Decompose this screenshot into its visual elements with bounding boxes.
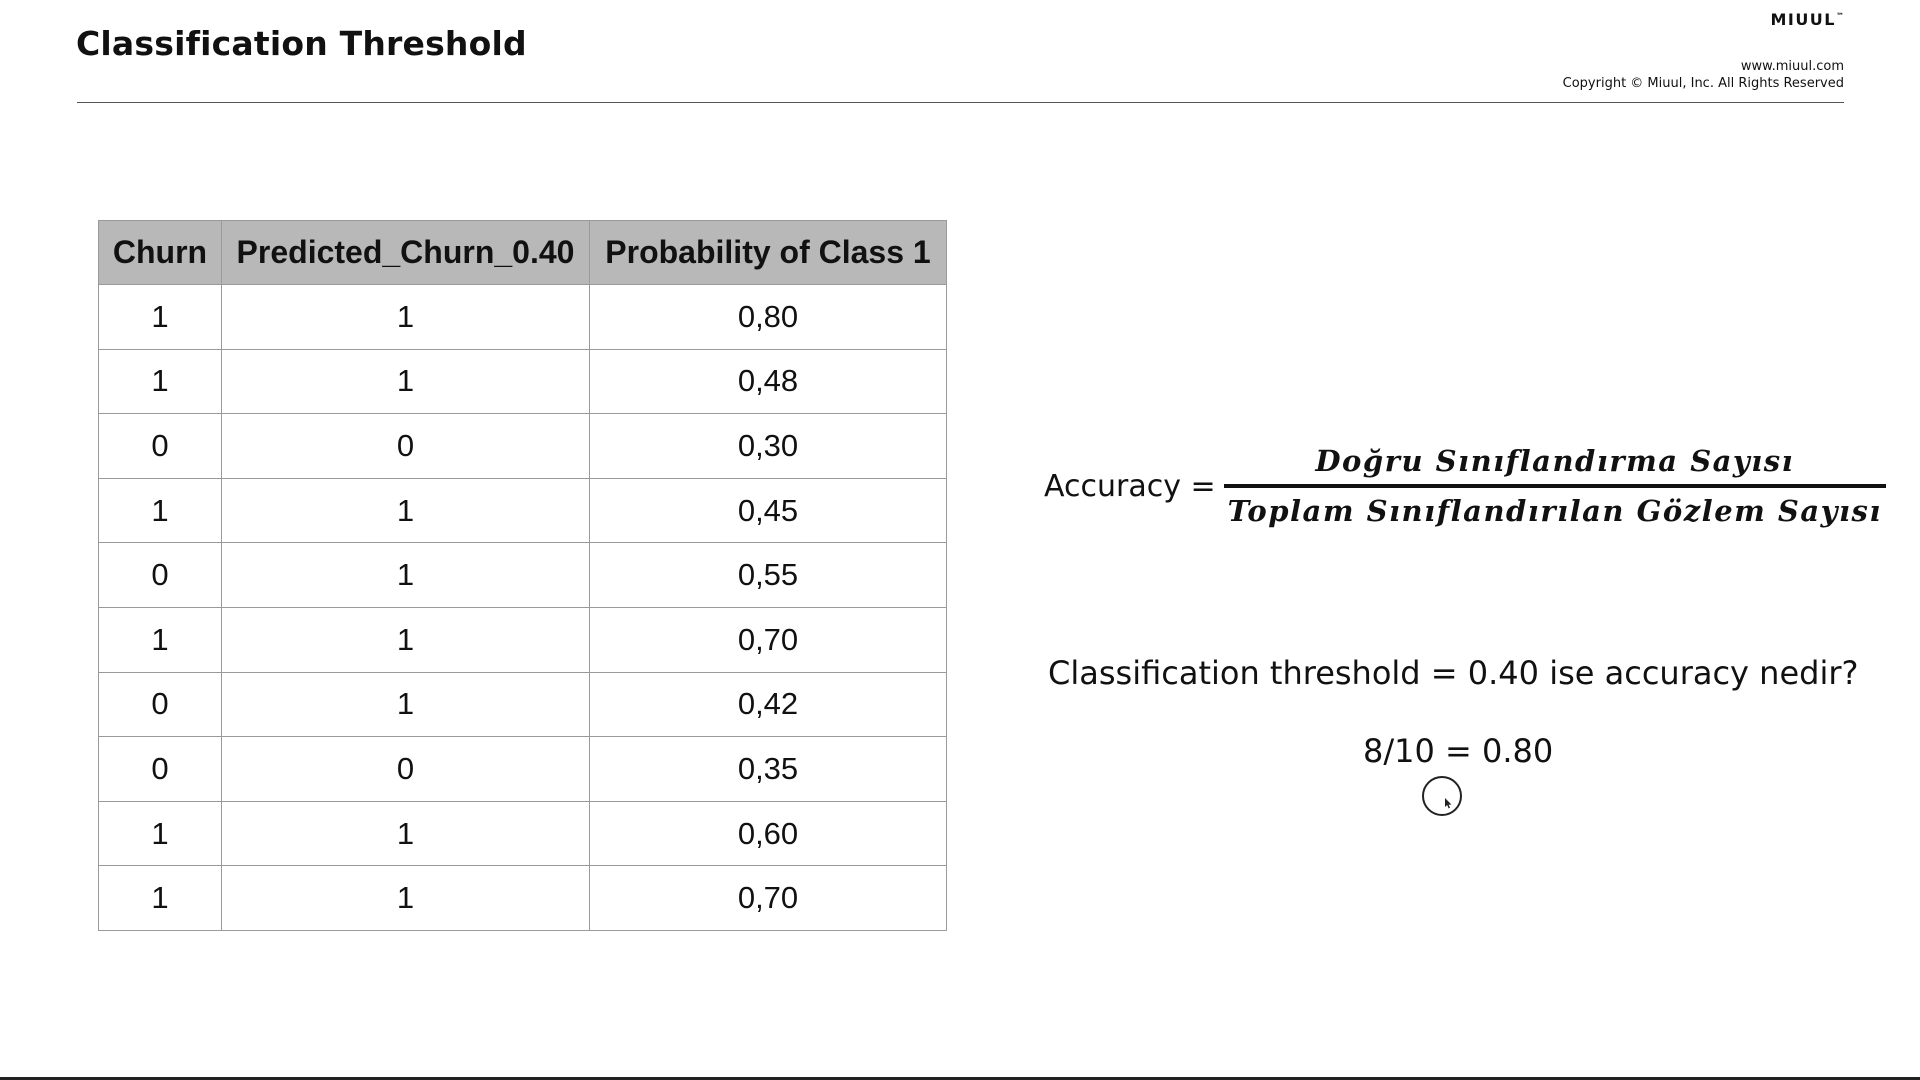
formula-fraction: Doğru Sınıflandırma Sayısı Toplam Sınıfl… [1223, 444, 1886, 528]
cell-predicted-churn: 1 [221, 800, 590, 867]
cell-churn: 0 [98, 413, 222, 479]
table-row: 1 1 0,70 [98, 606, 947, 673]
slide-title: Classification Threshold [76, 24, 527, 63]
table-row: 1 1 0,48 [98, 348, 947, 415]
pointer-cursor-icon [1445, 798, 1452, 809]
cell-churn: 1 [98, 477, 222, 544]
cell-probability: 0,35 [589, 736, 947, 802]
fraction-bar [1223, 484, 1886, 488]
accuracy-answer: 8/10 = 0.80 [1363, 732, 1554, 770]
cell-churn: 1 [98, 348, 222, 415]
cell-churn: 0 [98, 736, 222, 802]
cell-predicted-churn: 1 [221, 671, 590, 738]
cell-churn: 1 [98, 284, 222, 350]
header-predicted-churn: Predicted_Churn_0.40 [221, 220, 590, 285]
table-row: 0 0 0,35 [98, 736, 947, 802]
copyright-notice: Copyright © Miuul, Inc. All Rights Reser… [1562, 76, 1844, 91]
cell-predicted-churn: 1 [221, 542, 590, 608]
cell-predicted-churn: 0 [221, 413, 590, 479]
brand-name: MIUUL [1770, 10, 1836, 29]
formula-denominator: Toplam Sınıflandırılan Gözlem Sayısı [1227, 494, 1882, 528]
cell-probability: 0,80 [589, 284, 947, 350]
table-row: 0 1 0,42 [98, 671, 947, 738]
churn-table: Churn Predicted_Churn_0.40 Probability o… [98, 220, 947, 931]
cell-churn: 1 [98, 800, 222, 867]
header-meta: www.miuul.com Copyright © Miuul, Inc. Al… [1563, 58, 1844, 92]
website-url: www.miuul.com [1740, 59, 1844, 74]
cell-probability: 0,45 [589, 477, 947, 544]
header-churn: Churn [98, 220, 222, 285]
table-row: 1 1 0,70 [98, 865, 947, 931]
cell-probability: 0,30 [589, 413, 947, 479]
table-row: 1 1 0,80 [98, 284, 947, 350]
table-row: 1 1 0,45 [98, 477, 947, 544]
accuracy-formula: Accuracy = Doğru Sınıflandırma Sayısı To… [1044, 436, 1886, 536]
cell-predicted-churn: 1 [221, 606, 590, 673]
table-header-row: Churn Predicted_Churn_0.40 Probability o… [98, 220, 947, 285]
table-body: 1 1 0,80 1 1 0,48 0 0 0,30 1 1 0,45 0 1 0,55 1 1 0,70 0 1 0,… [98, 284, 947, 931]
cell-predicted-churn: 0 [221, 736, 590, 802]
cell-probability: 0,42 [589, 671, 947, 738]
header-probability: Probability of Class 1 [589, 220, 947, 285]
threshold-question: Classification threshold = 0.40 ise accu… [1048, 654, 1859, 692]
cell-churn: 1 [98, 865, 222, 931]
table-row: 1 1 0,60 [98, 800, 947, 867]
brand-logo: MIUUL™ [1770, 10, 1844, 29]
cursor-highlight-icon [1422, 776, 1462, 816]
table-row: 0 1 0,55 [98, 542, 947, 608]
header-divider [77, 102, 1844, 103]
cell-predicted-churn: 1 [221, 865, 590, 931]
table-row: 0 0 0,30 [98, 413, 947, 479]
trademark-mark: ™ [1836, 11, 1844, 21]
cell-predicted-churn: 1 [221, 348, 590, 415]
cell-probability: 0,55 [589, 542, 947, 608]
cell-probability: 0,70 [589, 865, 947, 931]
cell-probability: 0,70 [589, 606, 947, 673]
cell-probability: 0,48 [589, 348, 947, 415]
cell-probability: 0,60 [589, 800, 947, 867]
cell-predicted-churn: 1 [221, 284, 590, 350]
cell-predicted-churn: 1 [221, 477, 590, 544]
formula-label: Accuracy = [1044, 468, 1216, 504]
cell-churn: 0 [98, 671, 222, 738]
cell-churn: 0 [98, 542, 222, 608]
cell-churn: 1 [98, 606, 222, 673]
formula-numerator: Doğru Sınıflandırma Sayısı [1315, 444, 1795, 478]
